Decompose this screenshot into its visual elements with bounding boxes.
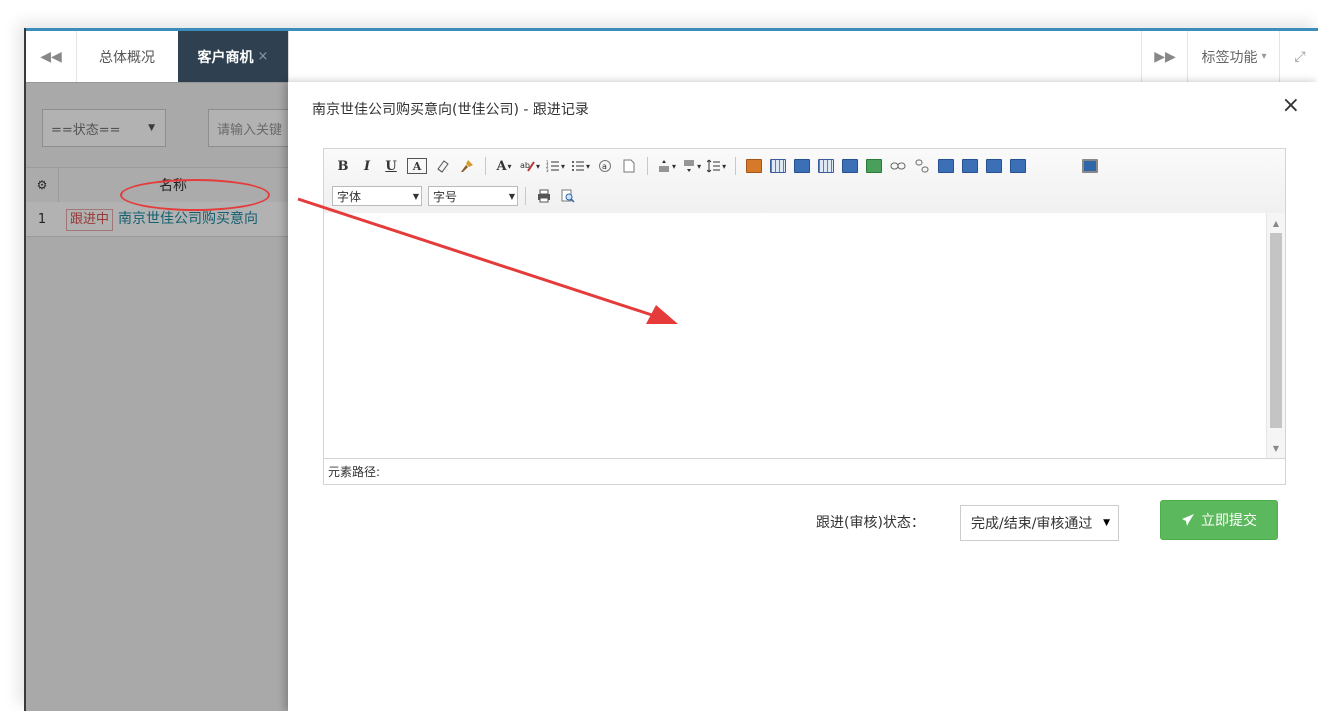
follow-up-record-dialog: 南京世佳公司购买意向(世佳公司) - 跟进记录 × B I U A A ▾ ab… — [288, 82, 1318, 711]
highlight-color-button[interactable]: ab ▾ — [517, 156, 542, 176]
element-path-label: 元素路径: — [328, 465, 381, 479]
paragraph-spacing-bottom-icon[interactable]: ▾ — [680, 156, 703, 176]
link-icon[interactable] — [887, 156, 909, 176]
tab-functions-label: 标签功能 — [1201, 49, 1258, 66]
tab-customer-opportunity[interactable]: 客户商机 × — [178, 31, 288, 82]
image-float-left-icon[interactable] — [938, 159, 955, 173]
caret-down-icon: ▼ — [412, 191, 419, 201]
image-center-icon[interactable] — [1010, 159, 1027, 173]
toolbar-separator — [485, 157, 486, 175]
caret-down-icon: ▾ — [586, 161, 591, 171]
follow-up-status-select[interactable]: 完成/结束/审核通过 ▼ — [960, 505, 1119, 541]
caret-down-icon: ▾ — [561, 161, 566, 171]
font-size-select[interactable]: 字号 ▼ — [428, 186, 518, 206]
follow-up-status-value: 完成/结束/审核通过 — [971, 516, 1093, 532]
tab-divider — [288, 31, 289, 82]
scroll-up-icon[interactable]: ▲ — [1267, 215, 1285, 231]
tab-label: 客户商机 — [197, 49, 254, 66]
caret-down-icon: ▾ — [672, 161, 677, 171]
svg-text:a: a — [602, 162, 607, 171]
tab-scroll-left-button[interactable]: ◀◀ — [26, 31, 77, 82]
insert-column-icon[interactable] — [818, 159, 835, 173]
editor-scrollbar[interactable]: ▲ ▼ — [1266, 213, 1285, 458]
font-family-label: 字体 — [337, 189, 362, 204]
caret-down-icon: ▾ — [697, 161, 702, 171]
underline-button[interactable]: U — [380, 156, 402, 176]
caret-down-icon: ▾ — [507, 161, 512, 171]
toolbar-separator — [647, 157, 649, 175]
font-family-select[interactable]: 字体 ▼ — [332, 186, 422, 206]
caret-down-icon: ▾ — [536, 161, 541, 171]
font-color-button[interactable]: A ▾ — [493, 156, 515, 176]
image-float-right-icon[interactable] — [962, 159, 979, 173]
page-icon[interactable] — [618, 156, 640, 176]
anchor-icon[interactable]: a — [594, 156, 616, 176]
annotation-highlight-ellipse — [120, 179, 270, 211]
insert-table-icon[interactable] — [770, 159, 787, 173]
tab-scroll-right-button[interactable]: ▶▶ — [1141, 31, 1188, 82]
dialog-title: 南京世佳公司购买意向(世佳公司) - 跟进记录 — [312, 102, 589, 118]
toolbar-row-formatting: B I U A A ▾ ab ▾ 1 2 3 ▾ ▾ a ▾ ▾ ▾ — [332, 153, 1101, 179]
toolbar-separator — [735, 157, 737, 175]
bold-button[interactable]: B — [332, 156, 354, 176]
paragraph-spacing-top-icon[interactable]: ▾ — [655, 156, 678, 176]
tab-bar: ◀◀ 总体概况 客户商机 × ▶▶ 标签功能 ▾ ⤢ — [26, 31, 1318, 83]
insert-image-icon[interactable] — [746, 159, 763, 173]
source-preview-icon[interactable] — [1082, 159, 1099, 173]
element-path-bar: 元素路径: — [324, 458, 1285, 484]
fullscreen-button[interactable]: ⤢ — [1279, 31, 1318, 82]
format-brush-icon[interactable] — [456, 156, 478, 176]
rich-text-editor: B I U A A ▾ ab ▾ 1 2 3 ▾ ▾ a ▾ ▾ ▾ 字体 ▼ … — [323, 148, 1286, 485]
line-height-icon[interactable]: ▾ — [705, 156, 728, 176]
image-no-float-icon[interactable] — [986, 159, 1003, 173]
submit-label: 立即提交 — [1201, 513, 1257, 529]
caret-down-icon: ▼ — [508, 191, 515, 201]
scroll-down-icon[interactable]: ▼ — [1267, 440, 1285, 456]
double-chevron-right-icon: ▶▶ — [1154, 48, 1176, 65]
scroll-thumb[interactable] — [1270, 233, 1282, 428]
font-border-button[interactable]: A — [407, 158, 427, 174]
follow-up-status-label: 跟进(审核)状态： — [816, 515, 925, 531]
caret-down-icon: ▾ — [722, 161, 727, 171]
tab-label: 总体概况 — [99, 49, 155, 66]
ordered-list-icon[interactable]: 123 ▾ — [544, 156, 567, 176]
toolbar-row-font: 字体 ▼ 字号 ▼ — [332, 183, 579, 209]
modal-backdrop — [26, 82, 288, 711]
unordered-list-icon[interactable]: ▾ — [569, 156, 592, 176]
search-replace-icon[interactable] — [842, 159, 859, 173]
close-icon[interactable]: × — [1282, 92, 1300, 120]
preview-icon[interactable] — [557, 186, 579, 206]
eraser-icon[interactable] — [432, 156, 454, 176]
print-icon[interactable] — [533, 186, 555, 206]
fullscreen-icon: ⤢ — [1294, 48, 1306, 65]
close-icon[interactable]: × — [258, 49, 269, 64]
svg-text:3: 3 — [546, 168, 549, 173]
toolbar-separator — [525, 187, 526, 205]
caret-down-icon: ▼ — [1103, 518, 1110, 528]
italic-button[interactable]: I — [356, 156, 378, 176]
paper-plane-icon — [1182, 514, 1194, 526]
editor-toolbar: B I U A A ▾ ab ▾ 1 2 3 ▾ ▾ a ▾ ▾ ▾ 字体 ▼ … — [324, 149, 1285, 214]
tab-functions-dropdown[interactable]: 标签功能 ▾ — [1187, 31, 1280, 82]
double-chevron-left-icon: ◀◀ — [40, 48, 62, 65]
font-size-label: 字号 — [433, 189, 458, 204]
insert-template-icon[interactable] — [866, 159, 883, 173]
tab-overview[interactable]: 总体概况 — [76, 31, 179, 82]
unlink-icon[interactable] — [911, 156, 933, 176]
editor-content-area[interactable] — [324, 213, 1267, 458]
caret-down-icon: ▾ — [1261, 51, 1267, 62]
submit-button[interactable]: 立即提交 — [1160, 500, 1278, 540]
insert-row-icon[interactable] — [794, 159, 811, 173]
font-color-label: A — [496, 158, 507, 174]
